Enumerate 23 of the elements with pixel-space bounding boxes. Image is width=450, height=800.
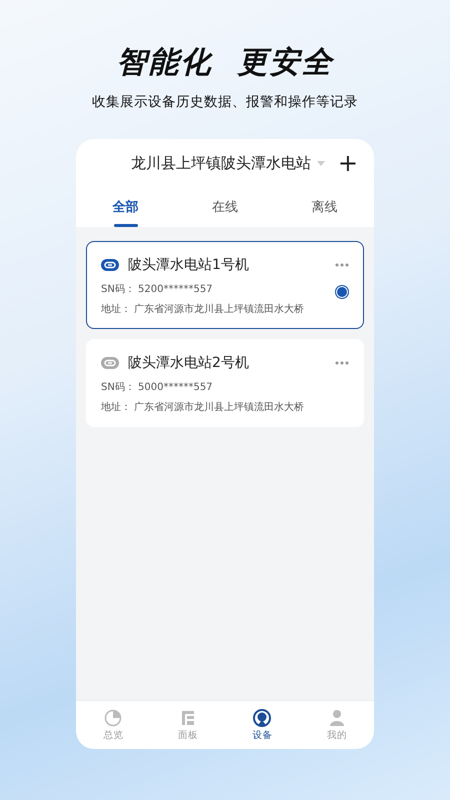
- device-name: 陂头潭水电站1号机: [128, 256, 249, 274]
- station-selector[interactable]: 龙川县上坪镇陂头潭水电站: [131, 154, 311, 172]
- device-name: 陂头潭水电站2号机: [128, 354, 249, 372]
- sn-text: SN码： 5200******557: [101, 283, 213, 296]
- overview-icon: [104, 708, 122, 726]
- nav-tab[interactable]: 设备: [225, 701, 300, 749]
- more-icon[interactable]: [335, 361, 349, 365]
- device-icon: [253, 708, 272, 726]
- device-card[interactable]: 陂头潭水电站2号机 SN码： 5000******557 地址： 广东省河源市龙川县上坪镇流田水大桥: [86, 339, 364, 427]
- caret-icon[interactable]: [317, 160, 325, 166]
- tab[interactable]: 全部: [76, 187, 176, 227]
- headline: 智能化 更安全: [116, 44, 334, 82]
- address-text: 地址： 广东省河源市龙川县上坪镇流田水大桥: [101, 400, 304, 414]
- profile-icon: [328, 708, 346, 726]
- device-card[interactable]: 陂头潭水电站1号机 SN码： 5200******557 地址： 广东省河源市龙川县上坪镇流田水大桥: [86, 241, 364, 329]
- subtitle: 收集展示设备历史数据、报警和操作等记录: [92, 93, 358, 111]
- tab[interactable]: 在线: [175, 187, 275, 227]
- tab[interactable]: 离线: [274, 187, 374, 227]
- radio-selected-icon: [335, 285, 349, 299]
- more-icon[interactable]: [335, 263, 349, 267]
- sn-text: SN码： 5000******557: [101, 381, 213, 394]
- address-text: 地址： 广东省河源市龙川县上坪镇流田水大桥: [101, 302, 304, 316]
- add-button[interactable]: +: [338, 151, 358, 175]
